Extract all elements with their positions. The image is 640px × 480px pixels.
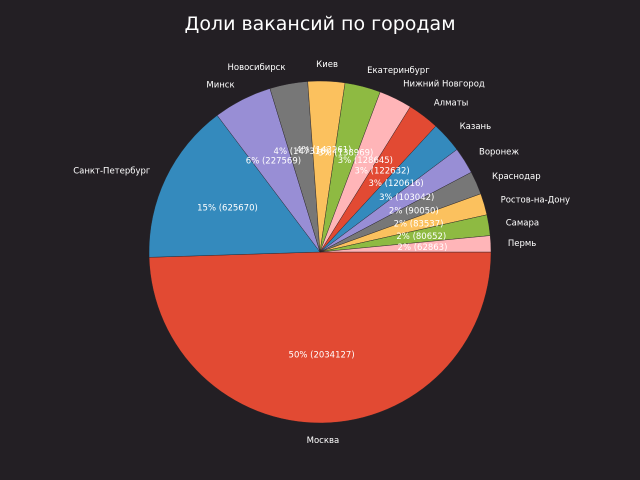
slice-value-label: 3% (103042) xyxy=(379,193,434,203)
slice-value-label: 6% (227569) xyxy=(246,157,301,167)
slice-category-label: Пермь xyxy=(508,239,536,249)
chart-title: Доли вакансий по городам xyxy=(184,13,455,35)
slice-value-label: 50% (2034127) xyxy=(289,351,355,361)
slice-category-label: Краснодар xyxy=(492,172,541,182)
slice-value-label: 3% (122632) xyxy=(354,166,409,176)
slice-value-label: 3% (128645) xyxy=(338,156,393,166)
slice-value-label: 3% (120616) xyxy=(368,179,423,189)
pie-chart-svg: Доли вакансий по городам 50% (2034127) Мо… xyxy=(73,13,571,446)
slice-0 xyxy=(148,251,492,424)
slice-value-label: 15% (625670) xyxy=(197,204,258,214)
pie-chart: Доли вакансий по городам 50% (2034127) Мо… xyxy=(0,0,640,480)
slice-value-label: 2% (62863) xyxy=(398,243,448,253)
slice-category-label: Самара xyxy=(506,218,539,228)
slice-category-label: Минск xyxy=(206,80,234,90)
slice-category-label: Нижний Новгород xyxy=(403,79,485,89)
slice-category-label: Новосибирск xyxy=(228,63,286,73)
slice-category-label: Воронеж xyxy=(479,147,519,157)
slice-category-label: Алматы xyxy=(434,98,469,108)
slice-category-label: Москва xyxy=(307,436,340,446)
slice-category-label: Санкт-Петербург xyxy=(73,167,151,177)
slice-category-label: Екатеринбург xyxy=(367,66,430,76)
slice-category-label: Киев xyxy=(316,60,338,70)
slice-value-label: 2% (80652) xyxy=(396,232,446,242)
slice-value-label: 2% (90050) xyxy=(389,207,439,217)
slice-category-label: Казань xyxy=(460,122,492,132)
slice-category-label: Ростов-на-Дону xyxy=(501,195,571,205)
slice-value-label: 2% (83537) xyxy=(394,219,444,229)
